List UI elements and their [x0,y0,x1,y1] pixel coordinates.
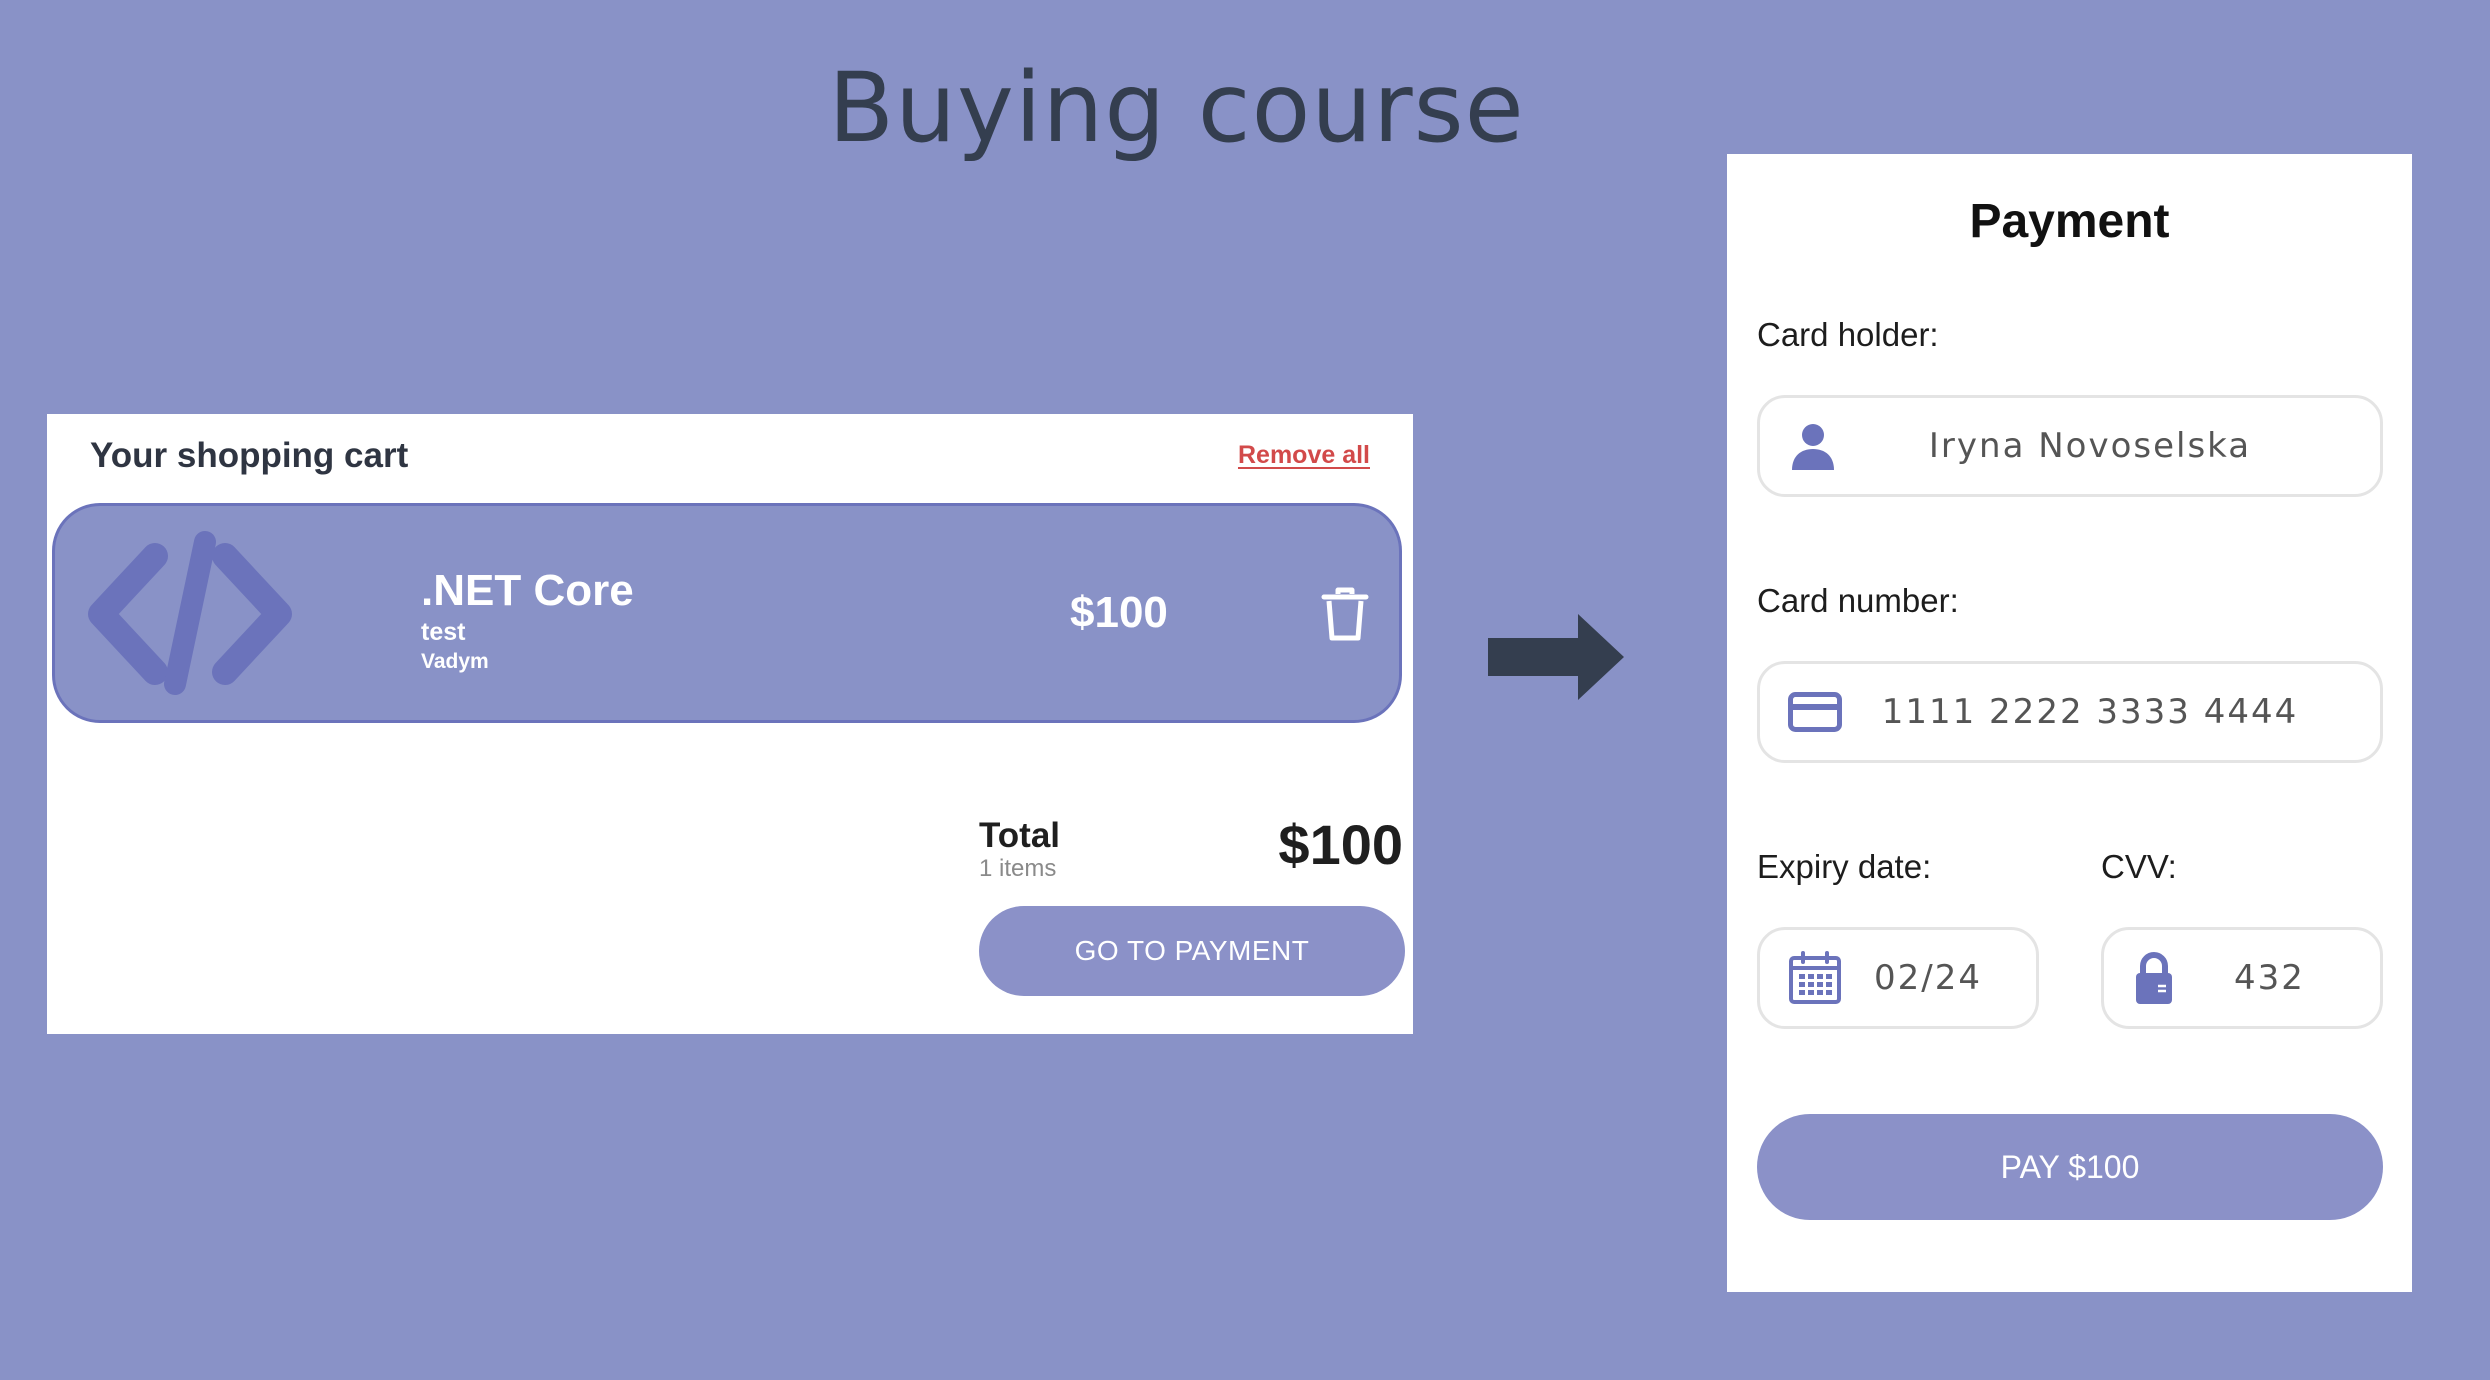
card-holder-field[interactable]: Iryna Novoselska [1757,395,2383,497]
items-count: 1 items [979,855,1057,882]
item-price: $100 [1070,588,1168,637]
card-number-value: 1111 2222 3333 4444 [1881,692,2299,732]
payment-panel: Payment Card holder: Iryna Novoselska Ca… [1727,154,2412,1292]
course-title: .NET Core [421,566,634,615]
remove-all-link[interactable]: Remove all [1238,441,1370,470]
expiry-date-value: 02/24 [1874,958,1982,998]
course-subtitle: test [421,618,466,646]
cart-heading: Your shopping cart [90,436,409,475]
course-author: Vadym [421,650,489,673]
payment-title: Payment [1969,195,2170,248]
cvv-label: CVV: [2101,848,2177,885]
expiry-date-label: Expiry date: [1757,848,1932,885]
go-to-payment-button[interactable]: GO TO PAYMENT [979,906,1405,996]
pay-button[interactable]: PAY $100 [1757,1114,2383,1220]
cvv-value: 432 [2234,958,2305,998]
card-number-label: Card number: [1757,582,1959,619]
slide-title: Buying course [828,52,1525,164]
delete-item-button[interactable] [1321,586,1369,642]
code-brackets-icon [88,531,292,695]
card-holder-value: Iryna Novoselska [1928,426,2252,466]
expiry-date-field[interactable]: 02/24 [1757,927,2039,1029]
card-number-field[interactable]: 1111 2222 3333 4444 [1757,661,2383,763]
right-arrow-icon [1488,614,1624,700]
card-holder-label: Card holder: [1757,316,1939,353]
calendar-icon [1789,951,1841,1004]
total-amount: $100 [1278,813,1403,876]
cart-item: .NET Core test Vadym $100 [52,503,1402,723]
shopping-cart-panel: Your shopping cart Remove all .NET Core … [47,414,1413,1034]
lock-icon [2136,952,2172,1004]
total-label: Total [979,816,1061,855]
trash-icon [1321,587,1369,641]
cvv-field[interactable]: 432 [2101,927,2383,1029]
